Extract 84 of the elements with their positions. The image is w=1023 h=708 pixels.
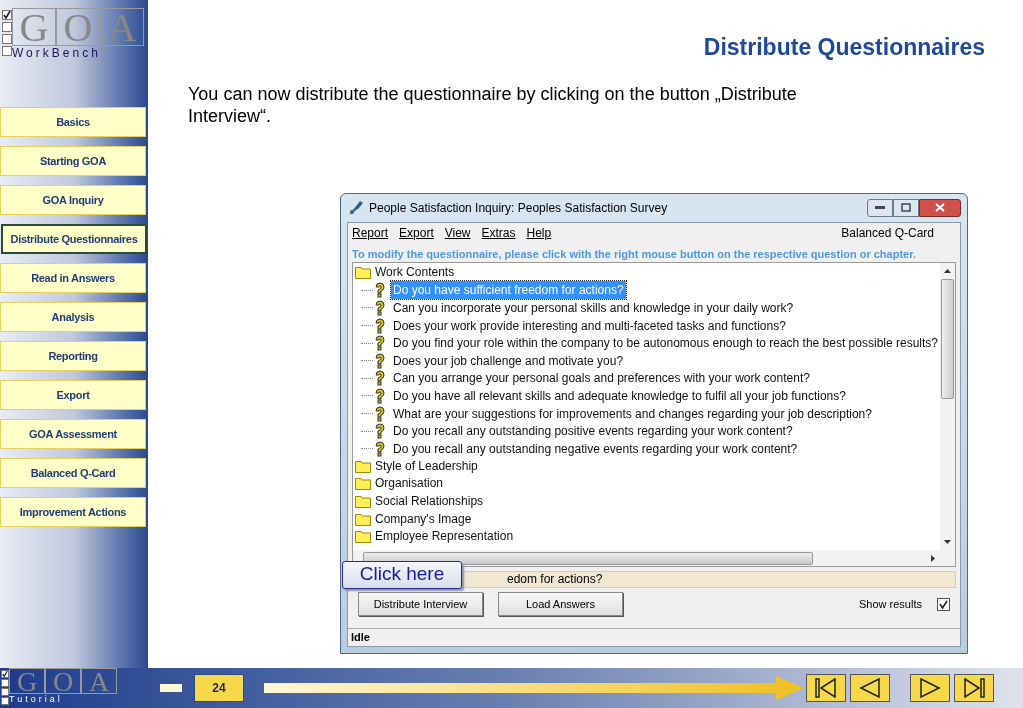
vertical-scrollbar[interactable] xyxy=(940,263,955,550)
menu-label: Balanced Q-Card xyxy=(841,224,934,242)
question-icon xyxy=(373,387,387,404)
status-bar: Idle xyxy=(348,627,960,646)
question-icon xyxy=(373,335,387,352)
nav-button[interactable]: GOA Inquiry xyxy=(0,185,146,215)
minimize-button[interactable] xyxy=(867,198,893,217)
action-button[interactable]: Distribute Interview xyxy=(358,592,483,616)
folder-icon xyxy=(355,512,371,526)
check-icon xyxy=(939,599,948,609)
question-icon xyxy=(373,317,387,334)
question-icon xyxy=(373,352,387,369)
tree-folder[interactable]: Company's Image xyxy=(375,511,472,527)
scroll-thumb[interactable] xyxy=(941,279,954,399)
tree-folder[interactable]: Social Relationships xyxy=(375,494,484,509)
nav-button[interactable]: Improvement Actions xyxy=(0,497,146,527)
tree-question[interactable]: Do you recall any outstanding negative events regarding your work content? xyxy=(391,439,800,458)
back-icon xyxy=(859,678,881,698)
last-page-button[interactable] xyxy=(954,674,994,702)
tree-folder[interactable]: Organisation xyxy=(375,476,444,492)
hint-text: To modify the questionnaire, please click with the right mouse button on the respective question or chapter. xyxy=(351,246,917,262)
tree-question[interactable]: What are your suggestions for improvements and changes regarding your job description? xyxy=(391,404,874,423)
tree-question[interactable]: Do you find your role within the company to be autonomous enough to reach the best possible results? xyxy=(391,334,940,353)
folder-icon xyxy=(355,266,371,280)
tree-folder[interactable]: Work Contents xyxy=(375,265,455,281)
window-title: People Satisfaction Inquiry: Peoples Satisfaction Survey xyxy=(369,199,668,217)
tree-question[interactable]: Do you recall any outstanding positive events regarding your work content? xyxy=(391,422,795,441)
nav-button[interactable]: Basics xyxy=(0,107,146,137)
nav-button[interactable]: Analysis xyxy=(0,302,146,332)
tree-question[interactable]: Does your job challenge and motivate you? xyxy=(391,351,626,370)
logo: G O A WorkBench xyxy=(2,8,148,60)
horizontal-scrollbar[interactable] xyxy=(353,550,955,566)
minimize-icon xyxy=(875,205,885,210)
skip-forward-icon xyxy=(963,678,985,698)
intro-text: You can now distribute the questionnaire by clicking on the button „Distribute Interview“. xyxy=(188,82,798,127)
tree-question[interactable]: Can you arrange your personal goals and preferences with your work content? xyxy=(391,369,812,388)
action-button[interactable]: Load Answers xyxy=(498,592,623,616)
next-button[interactable] xyxy=(910,674,950,702)
folder-icon xyxy=(355,495,371,508)
right-arrow-icon xyxy=(931,554,935,562)
menu-item[interactable]: Extras xyxy=(481,223,516,242)
question-icon xyxy=(373,282,387,299)
close-button[interactable] xyxy=(919,198,961,217)
question-icon xyxy=(373,440,387,457)
menu-item[interactable]: Export xyxy=(399,223,434,242)
nav-button[interactable]: GOA Assessment xyxy=(0,419,146,449)
menu-item[interactable]: Report xyxy=(352,223,389,242)
tree-question[interactable]: Do you have all relevant skills and adequate knowledge to fulfil all your job functions? xyxy=(391,386,848,405)
folder-icon xyxy=(355,530,371,544)
question-icon xyxy=(373,370,387,387)
tree-folder[interactable]: Style of Leadership xyxy=(375,458,478,474)
folder-icon xyxy=(355,459,371,473)
menu-item[interactable]: Help xyxy=(526,223,552,242)
play-icon xyxy=(919,678,941,698)
nav-button[interactable]: Read in Answers xyxy=(0,263,146,293)
maximize-icon xyxy=(901,203,911,212)
up-arrow-icon xyxy=(944,269,951,273)
first-page-button[interactable] xyxy=(806,674,846,702)
folder-icon xyxy=(355,477,371,491)
maximize-button[interactable] xyxy=(893,198,919,217)
tree-folder[interactable]: Employee Representation xyxy=(375,529,514,545)
question-icon xyxy=(373,423,387,440)
show-results-label: Show results xyxy=(859,596,922,612)
nav-button[interactable]: Starting GOA xyxy=(0,146,146,176)
progress-marker xyxy=(160,684,182,692)
tree-question[interactable]: Can you incorporate your personal skills and knowledge in your daily work? xyxy=(391,299,796,317)
nav-button[interactable]: Distribute Questionnaires xyxy=(1,224,147,254)
app-icon xyxy=(347,198,365,217)
scroll-thumb[interactable] xyxy=(363,551,813,565)
close-icon xyxy=(935,203,945,212)
nav-button[interactable]: Reporting xyxy=(0,341,146,371)
menu-item[interactable]: View xyxy=(444,223,471,242)
question-icon xyxy=(373,300,387,316)
tree-question[interactable]: Does your work provide interesting and multi-faceted tasks and functions? xyxy=(391,316,788,335)
down-arrow-icon xyxy=(944,540,951,544)
page-title: Distribute Questionnaires xyxy=(703,33,985,62)
question-icon xyxy=(373,405,387,422)
show-results-checkbox[interactable] xyxy=(937,597,950,611)
page-number: 24 xyxy=(194,674,244,702)
skip-back-icon xyxy=(815,678,837,698)
nav-button[interactable]: Export xyxy=(0,380,146,410)
nav-button[interactable]: Balanced Q-Card xyxy=(0,458,146,488)
logo: G O A Tutorial xyxy=(1,668,148,705)
previous-button[interactable] xyxy=(850,674,890,702)
